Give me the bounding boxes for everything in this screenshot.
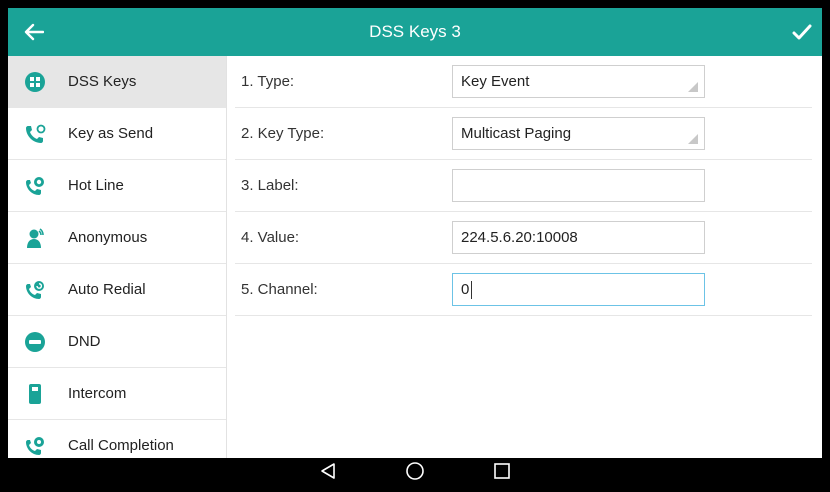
form-row-label: 3. Label: xyxy=(235,160,812,212)
sidebar-item-dss-keys[interactable]: DSS Keys xyxy=(8,56,226,108)
sidebar-item-label: Key as Send xyxy=(68,125,154,142)
phone-screen: DSS Keys 3 DSS Keys Key as Send Hot Line… xyxy=(8,8,822,484)
channel-value: 0 xyxy=(461,281,470,298)
sidebar: DSS Keys Key as Send Hot Line Anonymous … xyxy=(8,56,227,458)
form-row-key-type: 2. Key Type: Multicast Paging xyxy=(235,108,812,160)
dropdown-corner-icon xyxy=(688,82,698,92)
sidebar-item-label: Hot Line xyxy=(68,177,124,194)
key-type-label: 2. Key Type: xyxy=(241,125,325,142)
nav-recents-button[interactable] xyxy=(482,459,522,483)
dnd-icon xyxy=(24,331,46,353)
label-label: 3. Label: xyxy=(241,177,299,194)
page-title: DSS Keys 3 xyxy=(369,22,461,41)
phone-key-icon xyxy=(24,123,46,145)
confirm-button[interactable] xyxy=(786,16,818,48)
sidebar-item-label: Anonymous xyxy=(68,229,148,246)
nav-home-icon xyxy=(406,462,424,480)
sidebar-item-auto-redial[interactable]: Auto Redial xyxy=(8,264,226,316)
text-cursor xyxy=(471,281,473,300)
nav-back-button[interactable] xyxy=(308,459,348,483)
type-label: 1. Type: xyxy=(241,73,295,90)
sidebar-item-hot-line[interactable]: Hot Line xyxy=(8,160,226,212)
device-frame: DSS Keys 3 DSS Keys Key as Send Hot Line… xyxy=(0,0,830,492)
value-value: 224.5.6.20:10008 xyxy=(461,229,578,246)
intercom-icon xyxy=(24,383,46,405)
sidebar-item-key-as-send[interactable]: Key as Send xyxy=(8,108,226,160)
anonymous-icon xyxy=(24,227,46,249)
form-row-value: 4. Value: 224.5.6.20:10008 xyxy=(235,212,812,264)
value-label: 4. Value: xyxy=(241,229,300,246)
key-type-select[interactable]: Multicast Paging xyxy=(452,117,705,150)
channel-input[interactable]: 0 xyxy=(452,273,705,306)
form-row-type: 1. Type: Key Event xyxy=(235,56,812,108)
sidebar-item-label: Call Completion xyxy=(68,437,174,454)
sidebar-item-anonymous[interactable]: Anonymous xyxy=(8,212,226,264)
sidebar-item-intercom[interactable]: Intercom xyxy=(8,368,226,420)
dropdown-corner-icon xyxy=(688,134,698,144)
nav-home-button[interactable] xyxy=(395,459,435,483)
value-input[interactable]: 224.5.6.20:10008 xyxy=(452,221,705,254)
hotline-icon xyxy=(24,175,46,197)
nav-back-icon xyxy=(321,463,335,479)
sidebar-item-label: Auto Redial xyxy=(68,281,146,298)
label-input[interactable] xyxy=(452,169,705,202)
dss-key-form: 1. Type: Key Event 2. Key Type: Multicas… xyxy=(227,56,822,458)
sidebar-item-call-completion[interactable]: Call Completion xyxy=(8,420,226,458)
dss-keys-icon xyxy=(24,71,46,93)
sidebar-item-dnd[interactable]: DND xyxy=(8,316,226,368)
sidebar-item-label: Intercom xyxy=(68,385,127,402)
nav-recents-icon xyxy=(494,463,510,479)
sidebar-item-label: DND xyxy=(68,333,101,350)
channel-label: 5. Channel: xyxy=(241,281,318,298)
sidebar-item-label: DSS Keys xyxy=(68,73,137,90)
checkmark-icon xyxy=(792,24,812,40)
type-value: Key Event xyxy=(461,73,530,90)
form-row-channel: 5. Channel: 0 xyxy=(235,264,812,316)
key-type-value: Multicast Paging xyxy=(461,125,572,142)
auto-redial-icon xyxy=(24,279,46,301)
call-completion-icon xyxy=(24,435,46,457)
system-nav-bar xyxy=(8,458,822,484)
type-select[interactable]: Key Event xyxy=(452,65,705,98)
title-bar: DSS Keys 3 xyxy=(8,8,822,56)
